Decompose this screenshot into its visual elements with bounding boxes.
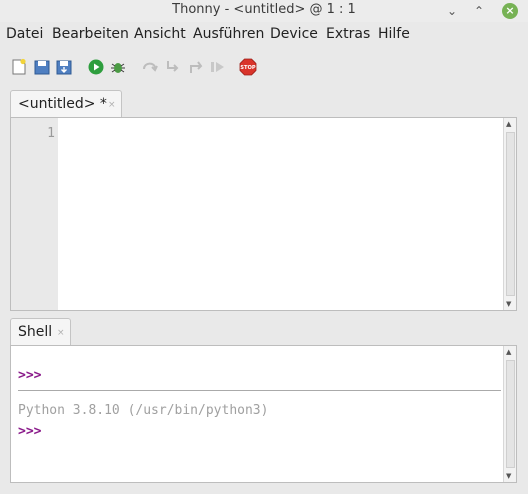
editor-tab-bar: <untitled> * × (10, 90, 518, 118)
menu-device[interactable]: Device (270, 26, 318, 42)
menu-datei[interactable]: Datei (6, 26, 43, 42)
tab-untitled[interactable]: <untitled> * × (10, 90, 122, 118)
menu-bar: Datei Bearbeiten Ansicht Ausführen Devic… (0, 23, 528, 47)
scroll-up-icon[interactable]: ▲ (506, 120, 511, 128)
code-editor[interactable]: 1 ▲ ▼ (10, 117, 517, 311)
close-icon[interactable]: × (502, 3, 518, 19)
run-icon[interactable] (87, 58, 105, 76)
shell-scroll-up-icon[interactable]: ▲ (506, 348, 511, 356)
shell-tab-bar: Shell × (10, 318, 518, 346)
title-bar: Thonny - <untitled> @ 1 : 1 ⌄ ⌃ × (0, 0, 528, 22)
minimize-icon[interactable]: ⌄ (444, 3, 460, 19)
toolbar: STOP (0, 52, 528, 82)
close-shell-tab-icon[interactable]: × (57, 328, 65, 338)
save-file-icon[interactable] (55, 58, 73, 76)
menu-bearbeiten[interactable]: Bearbeiten (52, 26, 129, 42)
stop-icon[interactable]: STOP (239, 58, 257, 76)
line-number-gutter: 1 (11, 118, 58, 310)
shell-separator (18, 390, 501, 391)
shell-prompt-active: >>> (18, 424, 42, 439)
new-file-icon[interactable] (10, 58, 28, 76)
debug-icon[interactable] (109, 58, 127, 76)
maximize-icon[interactable]: ⌃ (471, 3, 487, 19)
stop-icon-label: STOP (240, 65, 256, 71)
close-tab-icon[interactable]: × (108, 100, 116, 110)
menu-ausfuehren[interactable]: Ausführen (193, 26, 264, 42)
shell-scrollbar[interactable]: ▲ ▼ (503, 346, 516, 482)
step-out-icon (190, 61, 203, 73)
step-into-icon (167, 61, 179, 72)
line-number: 1 (47, 126, 55, 141)
menu-extras[interactable]: Extras (326, 26, 370, 42)
step-over-icon (143, 62, 158, 72)
shell-prompt: >>> (18, 368, 42, 383)
shell-scroll-down-icon[interactable]: ▼ (506, 472, 511, 480)
editor-scroll-thumb[interactable] (506, 132, 515, 296)
resume-icon (211, 62, 224, 72)
menu-ansicht[interactable]: Ansicht (134, 26, 186, 42)
tab-shell-label: Shell (18, 324, 53, 340)
python-version-banner: Python 3.8.10 (/usr/bin/python3) (18, 403, 269, 418)
open-file-icon[interactable] (33, 58, 51, 76)
shell-scroll-thumb[interactable] (506, 360, 515, 468)
tab-untitled-label: <untitled> * (18, 96, 107, 112)
menu-hilfe[interactable]: Hilfe (378, 26, 410, 42)
editor-scrollbar[interactable]: ▲ ▼ (503, 118, 516, 310)
scroll-down-icon[interactable]: ▼ (506, 300, 511, 308)
shell-console[interactable]: >>> Python 3.8.10 (/usr/bin/python3) >>>… (10, 345, 517, 483)
tab-shell[interactable]: Shell × (10, 318, 71, 346)
